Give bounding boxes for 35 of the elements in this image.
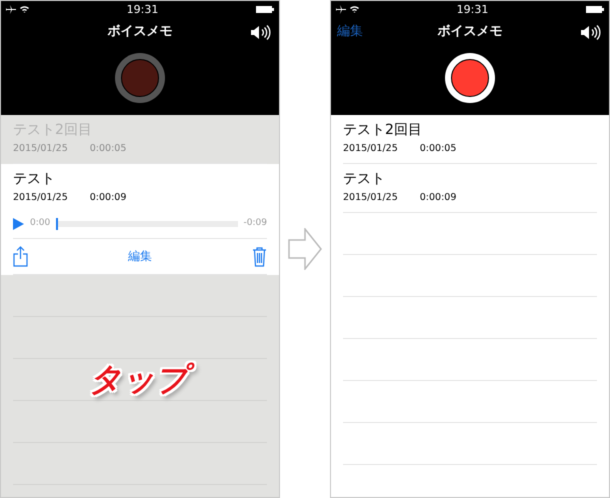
recording-duration: 0:00:09	[420, 191, 456, 205]
status-time: 19:31	[126, 4, 158, 14]
elapsed-time: 0:00	[30, 217, 50, 230]
recording-duration: 0:00:05	[420, 142, 456, 156]
screen-title: ボイスメモ	[438, 23, 502, 42]
airplane-icon	[336, 4, 346, 14]
recording-date: 2015/01/25	[13, 142, 68, 156]
speaker-icon[interactable]	[251, 24, 271, 40]
battery-icon	[586, 6, 604, 12]
recording-date: 2015/01/25	[13, 191, 68, 205]
edit-button[interactable]: 編集	[128, 247, 152, 265]
progress-track[interactable]	[56, 220, 238, 227]
recording-title: テスト	[343, 170, 386, 188]
progress-thumb[interactable]	[56, 218, 58, 230]
status-time: 19:31	[456, 4, 488, 14]
recording-row[interactable]: テスト 2015/01/25 0:00:09 0:00 -0:09 編集	[1, 164, 279, 274]
wifi-icon	[350, 6, 359, 12]
recording-duration: 0:00:05	[90, 142, 126, 156]
recording-title: テスト	[13, 170, 56, 188]
trash-icon[interactable]	[252, 246, 267, 266]
airplane-icon	[6, 4, 16, 14]
share-icon[interactable]	[13, 246, 28, 266]
recording-date: 2015/01/25	[343, 191, 398, 205]
record-button[interactable]	[445, 53, 495, 103]
wifi-icon	[20, 6, 29, 12]
screen-title: ボイスメモ	[108, 23, 172, 42]
speaker-icon[interactable]	[581, 24, 601, 40]
recording-duration: 0:00:09	[90, 191, 126, 205]
battery-icon	[256, 6, 274, 12]
tap-label: タップ	[81, 357, 196, 407]
recording-date: 2015/01/25	[343, 142, 398, 156]
remaining-time: -0:09	[244, 217, 267, 230]
play-icon[interactable]	[13, 218, 24, 230]
arrow-icon	[288, 228, 322, 270]
recording-title: テスト2回目	[343, 121, 423, 139]
